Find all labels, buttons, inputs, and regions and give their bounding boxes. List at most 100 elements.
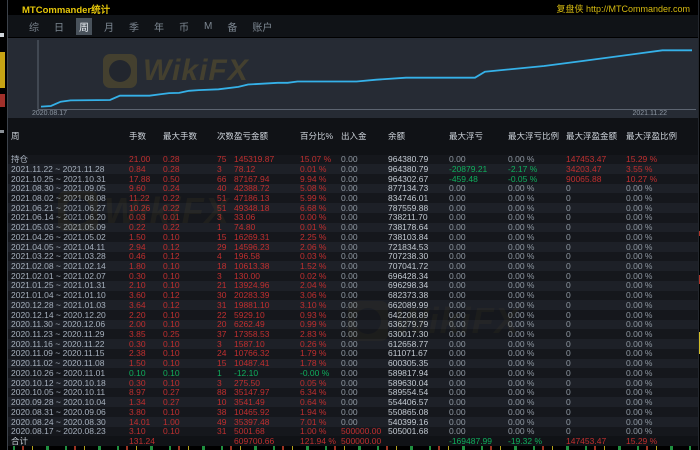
table-row[interactable]: 2020.09.28 ~ 2020.10.041.340.27103541.49…	[8, 397, 698, 407]
cell: 0.00	[448, 194, 507, 203]
column-header-10[interactable]: 最大浮盈金额	[565, 132, 625, 141]
cell: 0.01	[162, 213, 216, 222]
cell: 147453.47	[565, 155, 625, 164]
table-row[interactable]: 2021.08.30 ~ 2021.09.059.600.244042388.7…	[8, 184, 698, 194]
column-header-4[interactable]: 盈亏金额	[233, 132, 299, 141]
cell: 0.02 %	[299, 272, 340, 281]
window-title: MTCommander统计	[22, 2, 110, 16]
table-row[interactable]: 2021.04.26 ~ 2021.05.021.500.101516269.3…	[8, 232, 698, 242]
column-header-3[interactable]: 次数	[216, 132, 233, 141]
table-row[interactable]: 2020.11.23 ~ 2020.11.293.850.253717358.5…	[8, 329, 698, 339]
cell: 3	[216, 340, 233, 349]
cell: 0.00 %	[507, 340, 565, 349]
cell: 0.00	[448, 262, 507, 271]
table-row[interactable]: 2021.03.22 ~ 2021.03.280.460.124196.580.…	[8, 252, 698, 262]
cell: 2020.11.02 ~ 2020.11.08	[8, 359, 128, 368]
column-header-0[interactable]: 周	[8, 132, 128, 141]
menu-tab-3[interactable]: 月	[101, 18, 117, 35]
cell: 3.10 %	[299, 301, 340, 310]
vendor-link[interactable]: 复盘侠 http://MTCommander.com	[556, 2, 690, 15]
table-row[interactable]: 2020.08.17 ~ 2020.08.233.100.10315001.68…	[8, 427, 698, 437]
cell: 0.24	[162, 184, 216, 193]
table-row[interactable]: 2020.10.05 ~ 2020.10.118.970.278835147.9…	[8, 388, 698, 398]
menu-tab-5[interactable]: 年	[151, 18, 167, 35]
menu-tab-0[interactable]: 综	[26, 18, 42, 35]
table-row[interactable]: 2020.08.31 ~ 2020.09.063.800.103810465.9…	[8, 407, 698, 417]
table-row[interactable]: 2020.11.09 ~ 2020.11.152.380.102410766.3…	[8, 349, 698, 359]
mtcommander-window: MTCommander统计 复盘侠 http://MTCommander.com…	[7, 0, 699, 450]
table-row[interactable]: 2020.11.16 ~ 2020.11.220.300.1031587.100…	[8, 339, 698, 349]
cell: 0.22	[162, 204, 216, 213]
table-row[interactable]: 2021.04.05 ~ 2021.04.112.940.122914596.2…	[8, 242, 698, 252]
table-row[interactable]: 2020.12.14 ~ 2020.12.202.200.10225929.10…	[8, 310, 698, 320]
menu-tab-8[interactable]: 备	[224, 18, 240, 35]
table-row[interactable]: 2021.02.08 ~ 2021.02.141.800.101810613.3…	[8, 261, 698, 271]
cell: 3541.49	[233, 398, 299, 407]
cell: -169487.99	[448, 437, 507, 446]
cell: 0.22	[162, 194, 216, 203]
cell: -0.05 %	[507, 175, 565, 184]
menu-tab-1[interactable]: 日	[51, 18, 67, 35]
table-row[interactable]: 2021.05.03 ~ 2021.05.090.220.22174.800.0…	[8, 223, 698, 233]
menu-tab-6[interactable]: 币	[176, 18, 192, 35]
cell: 5929.10	[233, 311, 299, 320]
cell: 540399.16	[387, 418, 448, 427]
menu-tab-4[interactable]: 季	[126, 18, 142, 35]
table-row[interactable]: 2021.11.22 ~ 2021.11.280.840.28378.120.0…	[8, 164, 698, 174]
cell: 0	[565, 301, 625, 310]
cell: 0	[565, 204, 625, 213]
cell: 0	[565, 252, 625, 261]
cell: 2020.10.12 ~ 2020.10.18	[8, 379, 128, 388]
cell: 0	[565, 359, 625, 368]
cell: 0.00 %	[507, 243, 565, 252]
cell: 2.94	[128, 243, 162, 252]
table-row[interactable]: 2020.11.02 ~ 2020.11.081.500.101510487.4…	[8, 359, 698, 369]
cell: -19.32 %	[507, 437, 565, 446]
column-header-7[interactable]: 余额	[387, 132, 448, 141]
column-header-8[interactable]: 最大浮亏	[448, 132, 507, 141]
table-row[interactable]: 2021.10.25 ~ 2021.10.3117.880.506687167.…	[8, 174, 698, 184]
table-row[interactable]: 2021.08.02 ~ 2021.08.0811.220.225147186.…	[8, 193, 698, 203]
cell: 0.10	[162, 281, 216, 290]
cell: 0.00	[340, 369, 387, 378]
table-row[interactable]: 持仓21.000.2875145319.8715.07 %0.00964380.…	[8, 155, 698, 165]
menu-tab-9[interactable]: 账户	[249, 18, 275, 35]
cell: 1.50	[128, 233, 162, 242]
column-header-2[interactable]: 最大手数	[162, 132, 216, 141]
cell: 0.12	[162, 301, 216, 310]
table-row[interactable]: 2021.06.21 ~ 2021.06.2710.260.225149348.…	[8, 203, 698, 213]
table-row[interactable]: 2021.06.14 ~ 2021.06.200.030.01333.060.0…	[8, 213, 698, 223]
cell: 0.10	[162, 340, 216, 349]
cell: 0	[565, 184, 625, 193]
cell: 0.00 %	[625, 223, 698, 232]
menu-tab-7[interactable]: M	[201, 20, 215, 33]
cell: 2021.05.03 ~ 2021.05.09	[8, 223, 128, 232]
total-row[interactable]: 合计131.24609700.66121.94 %500000.00-16948…	[8, 436, 698, 446]
table-row[interactable]: 2021.02.01 ~ 2021.02.070.300.103130.000.…	[8, 271, 698, 281]
table-row[interactable]: 2020.10.26 ~ 2020.11.010.100.101-12.10-0…	[8, 368, 698, 378]
table-row[interactable]: 2020.11.30 ~ 2020.12.062.000.10206262.49…	[8, 320, 698, 330]
column-header-5[interactable]: 百分比%	[299, 132, 340, 141]
cell: 0.00 %	[507, 223, 565, 232]
cell: -20879.21	[448, 165, 507, 174]
cell: 0.10	[162, 359, 216, 368]
cell: 0.00 %	[507, 349, 565, 358]
cell: 0.00	[340, 340, 387, 349]
cell: 2020.11.30 ~ 2020.12.06	[8, 320, 128, 329]
table-row[interactable]: 2020.10.12 ~ 2020.10.180.300.103275.500.…	[8, 378, 698, 388]
cell: 682373.38	[387, 291, 448, 300]
table-row[interactable]: 2021.01.25 ~ 2021.01.312.100.102113924.9…	[8, 281, 698, 291]
column-header-6[interactable]: 出入金	[340, 132, 387, 141]
column-header-9[interactable]: 最大浮亏比例	[507, 132, 565, 141]
cell: 0.10	[162, 233, 216, 242]
cell: 2.00	[128, 320, 162, 329]
table-row[interactable]: 2020.12.28 ~ 2021.01.033.640.123119881.1…	[8, 300, 698, 310]
table-row[interactable]: 2021.01.04 ~ 2021.01.103.600.123020283.3…	[8, 291, 698, 301]
table-row[interactable]: 2020.08.24 ~ 2020.08.3014.011.004935397.…	[8, 417, 698, 427]
column-header-1[interactable]: 手数	[128, 132, 162, 141]
menu-tab-2[interactable]: 周	[76, 18, 92, 35]
cell: 0.10	[162, 272, 216, 281]
cell: 0.00	[340, 233, 387, 242]
cell: 2020.08.24 ~ 2020.08.30	[8, 418, 128, 427]
column-header-11[interactable]: 最大浮盈比例	[625, 132, 698, 141]
